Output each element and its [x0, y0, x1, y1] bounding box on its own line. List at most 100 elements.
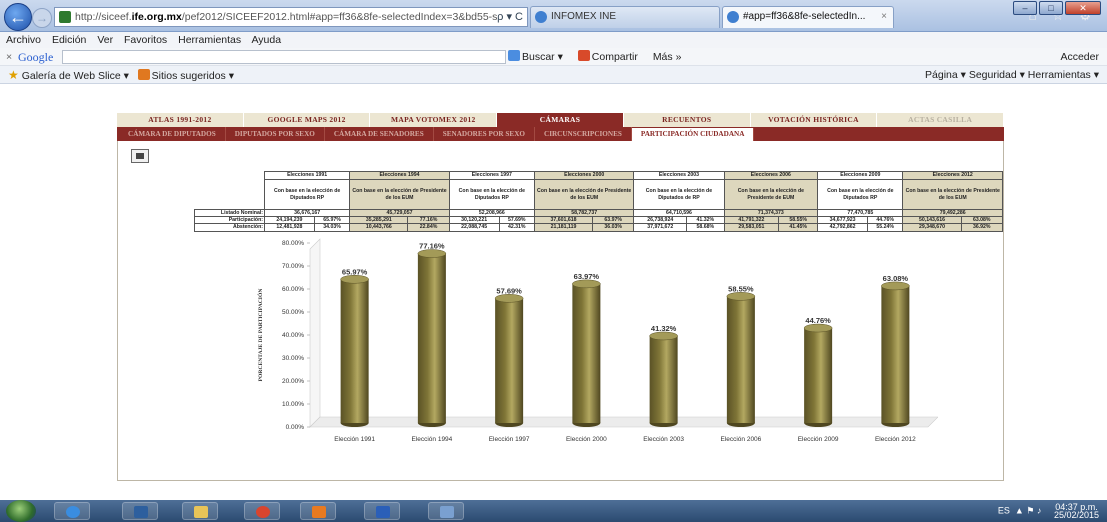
taskbar-office[interactable]: [300, 502, 336, 520]
address-bar[interactable]: http://siceef.ife.org.mx/pef2012/SICEEF2…: [54, 7, 528, 27]
column-title: Elecciones 1994: [349, 171, 450, 180]
sub-tab-1[interactable]: DIPUTADOS POR SEXO: [226, 127, 325, 141]
back-button[interactable]: ←: [4, 3, 32, 31]
chart-floor: [309, 416, 938, 428]
data-label: 41.32%: [651, 324, 677, 333]
abstention-value: 29,583,051: [723, 223, 780, 232]
abstention-value: 42,792,862: [817, 223, 868, 232]
close-toolbar-icon[interactable]: ×: [6, 48, 12, 66]
column-title: Elecciones 1997: [448, 171, 535, 180]
taskbar-explorer[interactable]: [182, 502, 218, 520]
menu-archivo[interactable]: Archivo: [6, 34, 41, 46]
table-desc-row: Con base en la elección de Diputados RP C…: [195, 179, 1003, 210]
minimize-icon[interactable]: –: [1013, 1, 1037, 15]
tab-siceef[interactable]: #app=ff36&8fe-selectedIn... ×: [722, 6, 894, 28]
column-description: Con base en la elección de Diputados RP: [817, 179, 904, 210]
sub-tab-4[interactable]: CIRCUNSCRIPCIONES: [535, 127, 632, 141]
menu-ver[interactable]: Ver: [97, 34, 113, 46]
sub-tab-5[interactable]: PARTICIPACIÓN CIUDADANA: [631, 128, 755, 141]
suggested-sites-link[interactable]: Sitios sugeridos ▾: [152, 70, 234, 82]
x-tick-label: Elección 2006: [720, 436, 761, 443]
nominal-value: 77,470,785: [817, 208, 904, 218]
close-tab-icon[interactable]: ×: [881, 7, 887, 27]
refresh-icon[interactable]: ρ ▾ C: [497, 8, 523, 26]
taskbar-word[interactable]: [364, 502, 400, 520]
url-path: /pef2012/SICEEF2012.html#app=ff36&8fe-se…: [181, 11, 498, 23]
bar: [726, 296, 755, 423]
data-label: 77.16%: [419, 242, 445, 251]
clock[interactable]: 04:37 p.m. 25/02/2015: [1053, 503, 1099, 520]
office-icon: [312, 506, 326, 518]
column-title: Elecciones 1991: [263, 171, 351, 180]
sub-tab-3[interactable]: SENADORES POR SEXO: [434, 127, 535, 141]
row-label: Participación:: [194, 216, 265, 225]
main-tab-5[interactable]: VOTACIÓN HISTÓRICA: [750, 113, 878, 127]
favorites-bar: ★ Galería de Web Slice ▾ Sitios sugerido…: [0, 66, 1107, 84]
share-button[interactable]: Compartir: [577, 50, 644, 63]
menu-herramientas[interactable]: Herramientas: [178, 34, 241, 46]
y-tick-label: 70.00%: [282, 263, 304, 270]
table-corner: [195, 172, 265, 180]
main-tab-3[interactable]: CÁMARAS: [497, 113, 624, 127]
flag-icon[interactable]: ⚑: [1026, 505, 1034, 515]
ie-icon: [66, 506, 80, 518]
command-bar[interactable]: Página ▾ Seguridad ▾ Herramientas ▾: [925, 66, 1099, 84]
taskbar-ie[interactable]: [54, 502, 90, 520]
main-tab-0[interactable]: ATLAS 1991-2012: [117, 113, 244, 127]
ie-icon: [535, 11, 547, 23]
column-description: Con base en la elección de Diputados de …: [633, 179, 725, 210]
y-tick-label: 10.00%: [282, 401, 304, 408]
search-icon: [508, 50, 520, 61]
taskbar-app[interactable]: [428, 502, 464, 520]
sub-tab-2[interactable]: CÁMARA DE SENADORES: [325, 127, 434, 141]
more-button[interactable]: Más »: [653, 51, 682, 63]
participation-pct: 77.16%: [407, 216, 450, 225]
google-search-input[interactable]: [62, 50, 506, 64]
taskbar-media[interactable]: [122, 502, 158, 520]
nominal-value: 36,676,167: [263, 208, 351, 218]
export-icon[interactable]: [131, 149, 149, 163]
clock-date: 25/02/2015: [1053, 510, 1099, 520]
language-indicator[interactable]: ES: [998, 505, 1010, 515]
main-tab-2[interactable]: MAPA VOTOMEX 2012: [370, 113, 498, 127]
bar-top: [649, 331, 678, 341]
system-tray: ES ▲ ⚑ ♪ 04:37 p.m. 25/02/2015: [997, 502, 1099, 520]
data-label: 44.76%: [805, 316, 831, 325]
sign-in-button[interactable]: Acceder: [1060, 48, 1099, 66]
browser-nav-row: ← → http://siceef.ife.org.mx/pef2012/SIC…: [0, 0, 1107, 32]
google-toolbar: × Google Buscar ▾ Compartir Más » Accede…: [0, 48, 1107, 66]
taskbar-chrome[interactable]: [244, 502, 280, 520]
webslice-gallery-link[interactable]: Galería de Web Slice ▾: [22, 70, 129, 82]
menu-edicion[interactable]: Edición: [52, 34, 86, 46]
data-label: 63.08%: [883, 274, 909, 283]
menu-favoritos[interactable]: Favoritos: [124, 34, 167, 46]
site-favicon-icon: [59, 11, 71, 23]
participation-pct: 58.55%: [778, 216, 819, 225]
participation-value: 24,194,239: [264, 216, 315, 225]
forward-button[interactable]: →: [32, 8, 52, 28]
google-search-button[interactable]: Buscar ▾: [508, 50, 569, 63]
content-panel: Elecciones 1991 Elecciones 1994 Elecciones…: [117, 141, 1004, 481]
start-button[interactable]: [6, 500, 36, 522]
favorites-star-icon[interactable]: ★: [8, 68, 19, 82]
x-tick-label: Elección 2000: [566, 436, 607, 443]
abstention-pct: 58.68%: [686, 223, 725, 232]
y-tick-label: 40.00%: [282, 332, 304, 339]
x-tick-label: Elección 2009: [798, 436, 839, 443]
main-tab-4[interactable]: RECUENTOS: [623, 113, 751, 127]
participation-pct: 65.97%: [313, 216, 351, 225]
tab-infomex[interactable]: INFOMEX INE: [530, 6, 720, 28]
bar-top: [494, 294, 524, 303]
main-tab-1[interactable]: GOOGLE MAPS 2012: [243, 113, 371, 127]
maximize-icon[interactable]: □: [1039, 1, 1063, 15]
nominal-value: 52,208,966: [448, 208, 535, 218]
volume-icon[interactable]: ♪: [1037, 505, 1042, 515]
sub-nav-tabs: CÁMARA DE DIPUTADOS DIPUTADOS POR SEXO CÁM…: [117, 127, 1004, 141]
sub-tab-0[interactable]: CÁMARA DE DIPUTADOS: [119, 127, 226, 141]
x-tick-label: Elección 2012: [875, 436, 916, 443]
participation-value: 50,143,616: [902, 216, 962, 225]
bar: [649, 335, 678, 423]
close-icon[interactable]: ✕: [1065, 1, 1101, 15]
menu-ayuda[interactable]: Ayuda: [251, 34, 281, 46]
row-label: Listado Nominal:: [194, 208, 265, 218]
